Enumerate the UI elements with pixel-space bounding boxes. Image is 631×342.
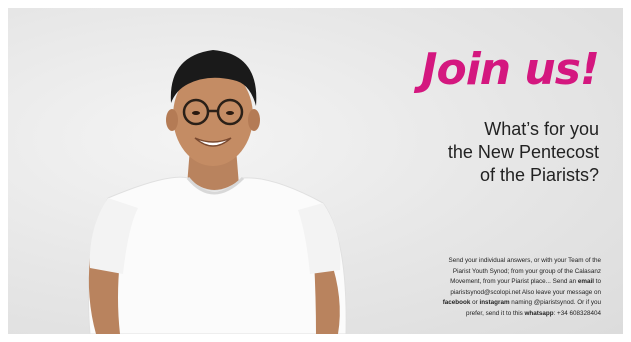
- poster: Join us! What’s for you the New Pentecos…: [8, 8, 623, 334]
- instagram-label: instagram: [479, 299, 510, 307]
- headline: Join us!: [421, 44, 600, 95]
- young-man-photo: [88, 50, 347, 334]
- contact-info-text: Send your individual answers, or with yo…: [329, 256, 601, 320]
- whatsapp-label: whatsapp: [524, 309, 554, 317]
- email-label: email: [577, 278, 594, 286]
- info-line: Piarist Youth Synod; from your group of …: [452, 267, 601, 275]
- info-line: facebook or instagram naming @piaristsyn…: [442, 299, 601, 307]
- info-line: Movement, from your Piarist place... Sen…: [450, 278, 601, 286]
- question-line: What’s for you: [484, 119, 599, 139]
- info-line: prefer, send it to this whatsapp: +34 60…: [466, 309, 601, 317]
- info-line: piaristsynod@scolopi.net Also leave your…: [450, 288, 601, 296]
- question-line: the New Pentecost: [447, 142, 599, 162]
- question-line: of the Piarists?: [479, 165, 599, 185]
- facebook-label: facebook: [442, 299, 471, 307]
- question-text: What’s for you the New Pentecost of the …: [359, 118, 599, 187]
- info-line: Send your individual answers, or with yo…: [448, 257, 602, 264]
